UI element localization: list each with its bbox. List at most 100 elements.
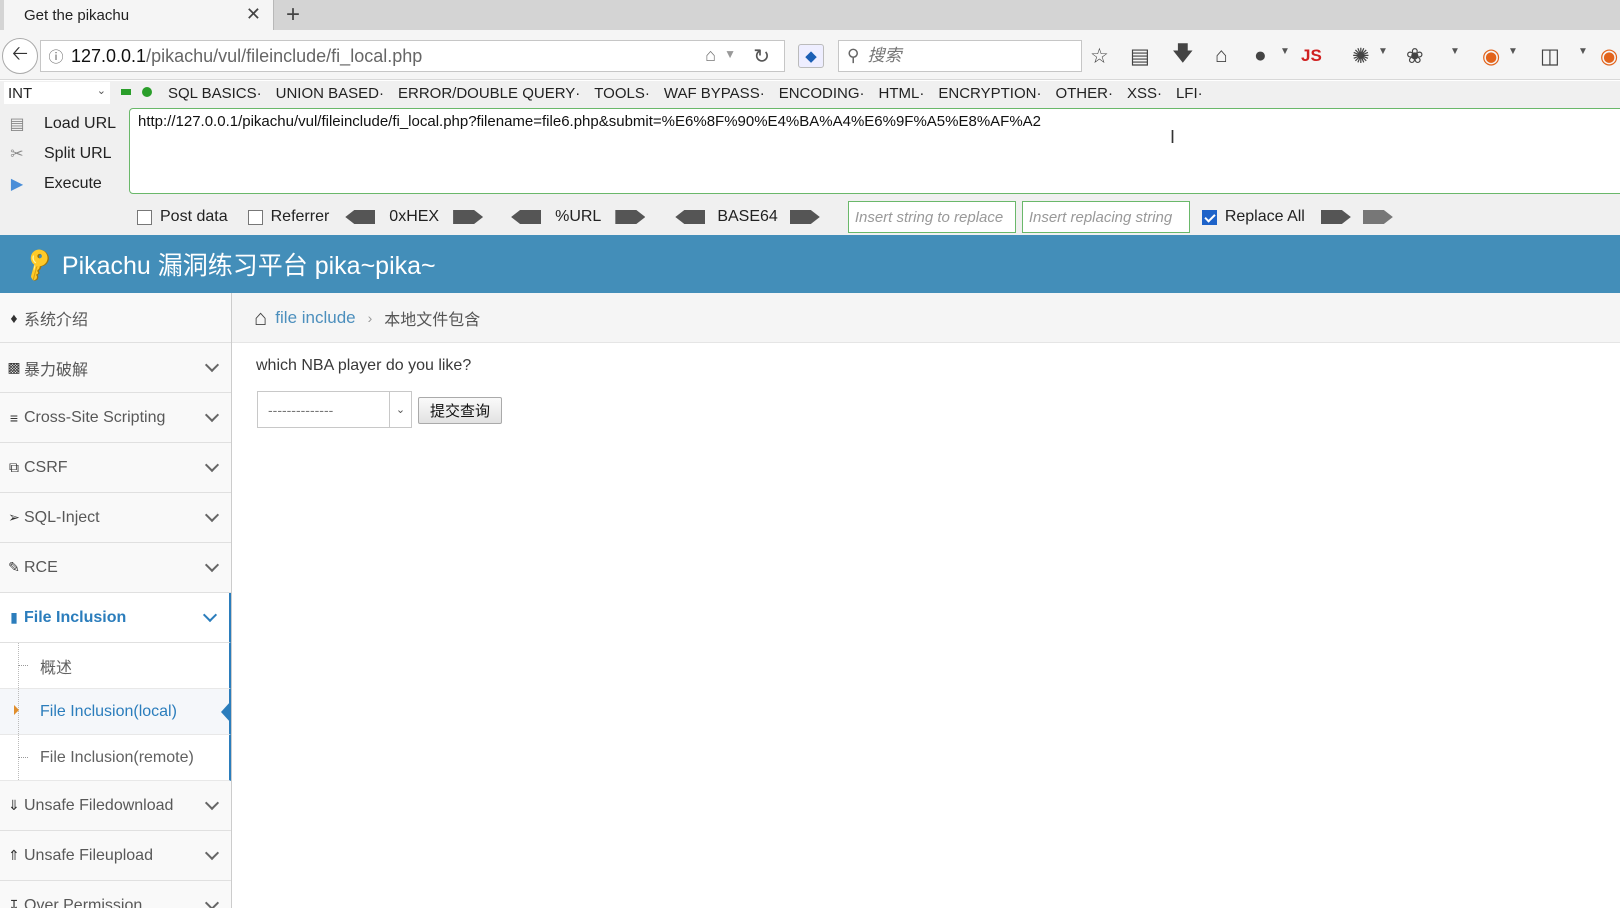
sidebar-subitem-overview[interactable]: 概述 <box>0 643 231 689</box>
chevron-down-icon[interactable]: ▼ <box>1578 46 1588 57</box>
sidebar-item-over-permission[interactable]: ↧ Over Permission <box>0 881 231 908</box>
sidebar-item-unsafe-fileupload[interactable]: ⇑ Unsafe Fileupload <box>0 831 231 881</box>
hackbar-toggle-icon[interactable]: ◆ <box>798 44 824 68</box>
sidebar-item-brute-force[interactable]: ▩ 暴力破解 <box>0 343 231 393</box>
menu-union-based[interactable]: UNION BASED· <box>276 85 384 102</box>
base64-label: BASE64 <box>717 208 778 225</box>
menu-lfi[interactable]: LFI· <box>1176 85 1203 102</box>
home-icon[interactable]: ⌂ <box>254 305 267 331</box>
menu-encryption[interactable]: ENCRYPTION· <box>938 85 1041 102</box>
submit-query-button[interactable]: 提交查询 <box>418 397 502 424</box>
sidebar-item-sql-inject[interactable]: ➢ SQL-Inject <box>0 493 231 543</box>
menu-encoding[interactable]: ENCODING· <box>779 85 865 102</box>
address-bar[interactable]: ⓘ 127.0.0.1/pikachu/vul/fileinclude/fi_l… <box>40 40 785 72</box>
syringe-icon: ➢ <box>8 509 20 525</box>
bookmark-star-icon[interactable]: ☆ <box>1090 42 1109 70</box>
execute-button[interactable]: ▶ Execute <box>4 169 124 199</box>
referrer-checkbox[interactable] <box>247 209 263 225</box>
replace-next-arrow-icon[interactable] <box>1362 210 1393 224</box>
palette-icon[interactable]: ❀ <box>1406 42 1424 70</box>
breadcrumb-link[interactable]: file include <box>275 308 355 328</box>
menu-other[interactable]: OTHER· <box>1055 85 1113 102</box>
chevron-down-icon[interactable]: ▼ <box>1378 46 1388 57</box>
encoding-select[interactable]: INT ⌄ <box>4 82 110 104</box>
hex-label: 0xHEX <box>389 208 440 225</box>
sidebar-item-label: RCE <box>24 558 58 576</box>
sidebar-item-rce[interactable]: ✎ RCE <box>0 543 231 593</box>
sidebar-item-intro[interactable]: ♦ 系统介绍 <box>0 293 231 343</box>
globe-icon[interactable]: ● <box>1254 42 1267 70</box>
sidebar-subitem-file-inclusion-remote[interactable]: File Inclusion(remote) <box>0 735 231 781</box>
extension-icon[interactable]: ✺ <box>1352 42 1370 70</box>
base64-decode-arrow-icon[interactable] <box>675 210 706 224</box>
js-icon[interactable]: JS <box>1301 42 1322 70</box>
sidebar-item-unsafe-filedownload[interactable]: ⇓ Unsafe Filedownload <box>0 781 231 831</box>
reload-icon[interactable]: ↻ <box>753 44 770 69</box>
chevron-down-icon[interactable]: ▼ <box>1450 46 1460 57</box>
close-icon[interactable]: ✕ <box>246 4 261 25</box>
breadcrumb: ⌂ file include › 本地文件包含 <box>232 293 1620 343</box>
menu-waf-bypass[interactable]: WAF BYPASS· <box>664 85 765 102</box>
search-input[interactable] <box>867 46 1068 66</box>
sidebar-item-file-inclusion[interactable]: ▮ File Inclusion <box>0 593 231 643</box>
status-led-icon <box>121 89 131 95</box>
sidebar-item-label: Cross-Site Scripting <box>24 408 166 426</box>
url-textarea[interactable]: http://127.0.0.1/pikachu/vul/fileinclude… <box>129 108 1620 194</box>
back-arrow-icon[interactable]: 🡠 <box>2 38 38 74</box>
menu-html[interactable]: HTML· <box>879 85 925 102</box>
user-icon[interactable]: ◉ <box>1600 42 1618 70</box>
nba-player-select[interactable]: -------------- ⌄ <box>257 391 412 428</box>
url-decode-arrow-icon[interactable] <box>511 210 542 224</box>
question-label: which NBA player do you like? <box>256 357 472 374</box>
breadcrumb-separator: › <box>367 309 373 326</box>
menu-xss[interactable]: XSS· <box>1127 85 1162 102</box>
lock-icon: ▩ <box>7 359 21 375</box>
tab-title: Get the pikachu <box>24 6 130 24</box>
replacing-string-input[interactable]: Insert replacing string <box>1021 201 1190 233</box>
info-icon[interactable]: ⓘ <box>41 46 71 67</box>
nba-select-value: -------------- <box>268 401 334 418</box>
chevron-down-icon[interactable]: ▼ <box>1280 46 1290 57</box>
sidebar-item-label: Unsafe Filedownload <box>24 796 174 814</box>
screenshot-icon[interactable]: ◫ <box>1540 42 1560 70</box>
hex-encode-arrow-icon[interactable] <box>453 210 484 224</box>
chevron-down-icon[interactable]: ▼ <box>724 47 736 61</box>
addon-icon[interactable]: ◉ <box>1482 42 1500 70</box>
menu-sql-basics[interactable]: SQL BASICS· <box>168 85 262 102</box>
text-height-icon: ↧ <box>8 897 20 908</box>
sidebar-subitem-file-inclusion-local[interactable]: File Inclusion(local) <box>0 689 231 735</box>
reading-list-icon[interactable]: ▤ <box>1130 42 1150 70</box>
sidebar-item-xss[interactable]: ≡ Cross-Site Scripting <box>0 393 231 443</box>
pencil-icon: ✎ <box>8 559 20 575</box>
site-header: 🔑 Pikachu 漏洞练习平台 pika~pika~ <box>0 235 1620 293</box>
referrer-label: Referrer <box>270 208 330 225</box>
download-icon[interactable]: 🡇 <box>1172 42 1194 70</box>
hackbar-actions: ▤ Load URL ✂ Split URL ▶ Execute <box>4 109 124 199</box>
sliders-icon: ≡ <box>9 409 19 426</box>
home-page-icon[interactable]: ⌂ <box>705 45 716 66</box>
sidebar-item-csrf[interactable]: ⧉ CSRF <box>0 443 231 493</box>
replace-string-input[interactable]: Insert string to replace <box>847 201 1016 233</box>
hackbar-panel: INT ⌄ SQL BASICS· UNION BASED· ERROR/DOU… <box>0 81 1620 235</box>
chevron-down-icon[interactable]: ▼ <box>1508 46 1518 57</box>
replace-arrow-icon[interactable] <box>1320 210 1351 224</box>
post-data-checkbox[interactable] <box>137 209 152 225</box>
replace-all-checkbox[interactable] <box>1201 209 1217 225</box>
chevron-down-icon <box>204 457 220 473</box>
hex-decode-arrow-icon[interactable] <box>345 210 376 224</box>
url-encode-arrow-icon[interactable] <box>615 210 646 224</box>
split-url-button[interactable]: ✂ Split URL <box>4 139 124 169</box>
sidebar: ♦ 系统介绍 ▩ 暴力破解 ≡ Cross-Site Scripting ⧉ C… <box>0 293 232 908</box>
breadcrumb-current: 本地文件包含 <box>384 311 481 329</box>
base64-encode-arrow-icon[interactable] <box>789 210 820 224</box>
search-box[interactable]: ⚲ <box>838 40 1082 72</box>
tree-dash <box>18 757 28 758</box>
home-icon[interactable]: ⌂ <box>1215 42 1228 70</box>
menu-tools[interactable]: TOOLS· <box>594 85 650 102</box>
navigation-bar: 🡠 ⓘ 127.0.0.1/pikachu/vul/fileinclude/fi… <box>0 30 1620 80</box>
load-url-button[interactable]: ▤ Load URL <box>4 109 124 139</box>
scissors-icon: ✂ <box>10 146 24 163</box>
menu-error-double-query[interactable]: ERROR/DOUBLE QUERY· <box>398 85 580 102</box>
new-tab-button[interactable]: + <box>286 1 300 29</box>
browser-tab[interactable]: Get the pikachu ✕ <box>4 0 274 30</box>
